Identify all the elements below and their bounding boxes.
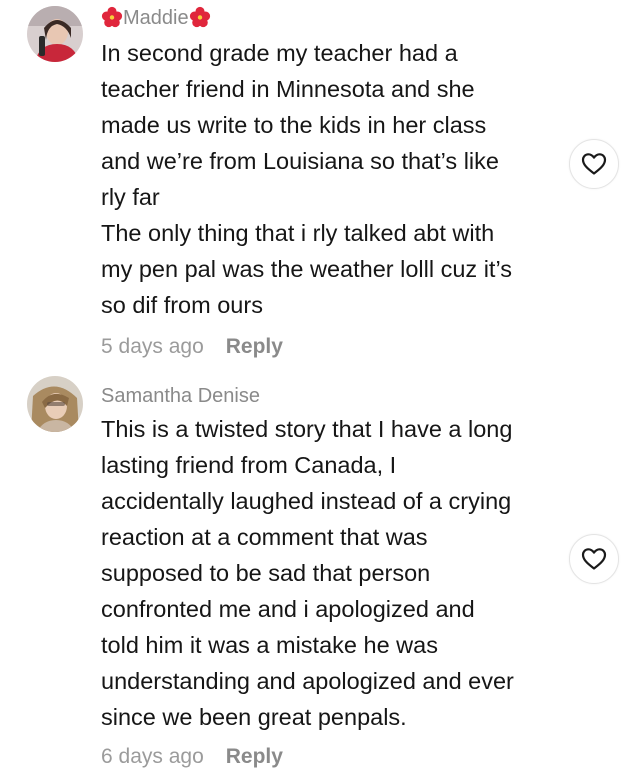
comment-username-text: Maddie bbox=[123, 7, 189, 29]
avatar[interactable] bbox=[27, 376, 83, 432]
reply-button[interactable]: Reply bbox=[226, 745, 283, 768]
comment-username[interactable]: Maddie bbox=[101, 5, 211, 31]
comment-meta: 5 days ago Reply bbox=[101, 334, 283, 360]
comment-text: In second grade my teacher had a teacher… bbox=[101, 40, 513, 318]
hibiscus-icon bbox=[189, 6, 210, 28]
heart-icon bbox=[581, 153, 607, 175]
like-button[interactable] bbox=[569, 139, 619, 189]
comment-item: Samantha Denise This is a twisted story … bbox=[0, 372, 640, 780]
comment-text: This is a twisted story that I have a lo… bbox=[101, 416, 514, 730]
comment-meta: 6 days ago Reply bbox=[101, 744, 283, 770]
comment-timestamp: 6 days ago bbox=[101, 745, 204, 768]
hibiscus-icon bbox=[101, 6, 123, 28]
comment-username[interactable]: Samantha Denise bbox=[101, 383, 260, 409]
comment-timestamp: 5 days ago bbox=[101, 335, 204, 358]
avatar[interactable] bbox=[27, 6, 83, 62]
reply-button[interactable]: Reply bbox=[226, 335, 283, 358]
heart-icon bbox=[581, 548, 607, 570]
comment-item: Maddie In second grade my teacher had a … bbox=[0, 0, 640, 372]
like-button[interactable] bbox=[569, 534, 619, 584]
